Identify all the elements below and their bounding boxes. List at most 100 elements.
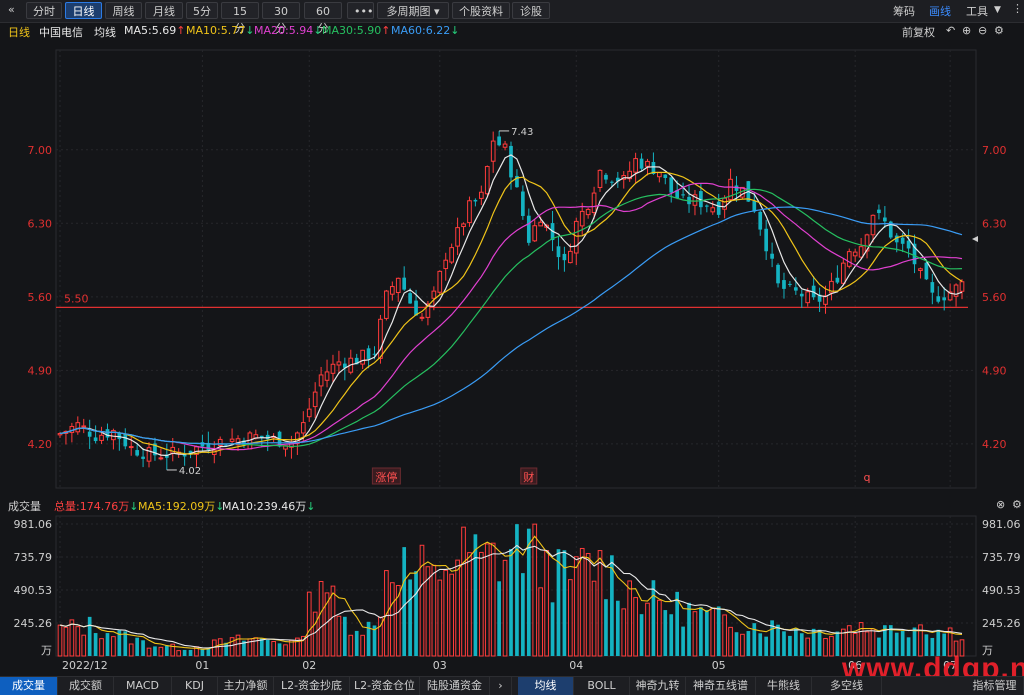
volume-bar[interactable] (306, 591, 312, 657)
candle[interactable] (461, 222, 466, 236)
period-button[interactable]: 60分 (304, 2, 342, 35)
volume-bar[interactable] (823, 638, 828, 657)
volume-bar[interactable] (657, 599, 662, 657)
settings-icon[interactable]: ⚙ (994, 24, 1004, 37)
candle[interactable] (473, 198, 478, 207)
settings-circle-icon[interactable]: ⚙ (1012, 498, 1022, 511)
candle[interactable] (883, 206, 887, 229)
candle[interactable] (959, 279, 965, 300)
volume-bar[interactable] (776, 624, 780, 656)
candle[interactable] (562, 246, 567, 272)
volume-bar[interactable] (497, 581, 501, 656)
volume-bar[interactable] (490, 542, 496, 657)
candle[interactable] (69, 422, 75, 443)
overlay-tab[interactable]: 牛熊线 (756, 677, 812, 695)
period-button[interactable]: 5分 (186, 2, 218, 19)
candle[interactable] (953, 283, 959, 307)
candle[interactable] (75, 416, 81, 435)
candle[interactable] (657, 171, 662, 183)
volume-bar[interactable] (579, 547, 585, 657)
indicator-tab[interactable]: 主力净额 (218, 677, 274, 695)
volume-bar[interactable] (259, 638, 264, 656)
period-button[interactable]: 个股资料 (452, 2, 510, 19)
undo-icon[interactable]: ↶ (946, 24, 955, 37)
chevron-double-left-icon[interactable]: « (8, 3, 15, 16)
volume-bar[interactable] (788, 635, 792, 656)
candle[interactable] (521, 185, 525, 220)
volume-bar[interactable] (75, 626, 81, 657)
zoom-out-icon[interactable]: ⊖ (978, 24, 987, 37)
volume-bar[interactable] (57, 624, 63, 657)
volume-bar[interactable] (556, 549, 561, 656)
candle[interactable] (318, 366, 324, 397)
volume-bar[interactable] (699, 607, 703, 656)
candle[interactable] (585, 207, 591, 219)
candle[interactable] (799, 289, 804, 309)
volume-bar[interactable] (360, 634, 365, 657)
candle[interactable] (117, 431, 122, 451)
period-button[interactable]: 多周期图 ▾ (377, 2, 449, 19)
event-marker[interactable]: 涨停 (371, 467, 401, 485)
volume-bar[interactable] (419, 544, 425, 657)
candle[interactable] (146, 442, 152, 468)
volume-bar[interactable] (728, 626, 733, 657)
overlay-tab[interactable]: BOLL (574, 677, 630, 695)
volume-bar[interactable] (224, 642, 228, 656)
volume-bar[interactable] (502, 559, 508, 657)
volume-bar[interactable] (431, 564, 437, 657)
candle[interactable] (164, 443, 169, 470)
volume-bar[interactable] (141, 640, 145, 656)
volume-bar[interactable] (615, 600, 620, 656)
volume-bar[interactable] (604, 599, 608, 656)
volume-bar[interactable] (538, 587, 544, 657)
volume-bar[interactable] (805, 637, 811, 657)
candle[interactable] (389, 281, 395, 301)
candle[interactable] (283, 445, 288, 457)
volume-bar[interactable] (437, 579, 443, 657)
indicator-tab[interactable]: L2-资金抄底 (274, 677, 350, 695)
candle[interactable] (556, 235, 561, 270)
volume-bar[interactable] (312, 611, 318, 657)
candle[interactable] (87, 419, 92, 449)
volume-bar[interactable] (366, 621, 371, 656)
close-circle-icon[interactable]: ⊗ (996, 498, 1005, 511)
overlay-tab[interactable]: 均线 (518, 677, 574, 695)
candle[interactable] (242, 437, 246, 449)
volume-bar[interactable] (354, 630, 359, 656)
volume-bar[interactable] (716, 606, 721, 656)
volume-bar[interactable] (752, 623, 757, 656)
volume-bar[interactable] (484, 543, 490, 657)
volume-bar[interactable] (93, 633, 98, 656)
candle[interactable] (758, 210, 763, 236)
candle[interactable] (443, 252, 449, 281)
volume-bar[interactable] (330, 585, 336, 657)
overlay-tab[interactable]: 多空线 (812, 677, 882, 695)
candle[interactable] (348, 349, 354, 375)
volume-bar[interactable] (235, 634, 241, 657)
volume-bar[interactable] (633, 597, 638, 657)
zoom-in-icon[interactable]: ⊕ (962, 24, 971, 37)
candle[interactable] (604, 173, 608, 184)
candle[interactable] (502, 140, 508, 151)
volume-bar[interactable] (544, 550, 549, 657)
candle[interactable] (788, 281, 792, 287)
volume-bar[interactable] (573, 556, 579, 657)
indicator-tab[interactable]: 陆股通资金 (420, 677, 490, 695)
draw-line-button[interactable]: 画线 (929, 3, 951, 19)
volume-bar[interactable] (128, 643, 134, 657)
period-button[interactable]: 月线 (145, 2, 183, 19)
volume-bar[interactable] (669, 614, 674, 656)
triangle-down-icon[interactable]: ▼ (994, 5, 1001, 15)
candle[interactable] (437, 270, 443, 295)
volume-bar[interactable] (467, 552, 472, 657)
volume-bar[interactable] (817, 629, 822, 656)
volume-bar[interactable] (176, 650, 182, 657)
volume-bar[interactable] (722, 614, 727, 657)
candle[interactable] (490, 131, 496, 173)
candle[interactable] (497, 130, 501, 147)
volume-bar[interactable] (289, 639, 294, 657)
volume-bar[interactable] (515, 524, 519, 656)
candle[interactable] (526, 208, 531, 246)
volume-bar[interactable] (764, 636, 769, 656)
indicator-tab[interactable]: 成交量 (0, 677, 58, 695)
